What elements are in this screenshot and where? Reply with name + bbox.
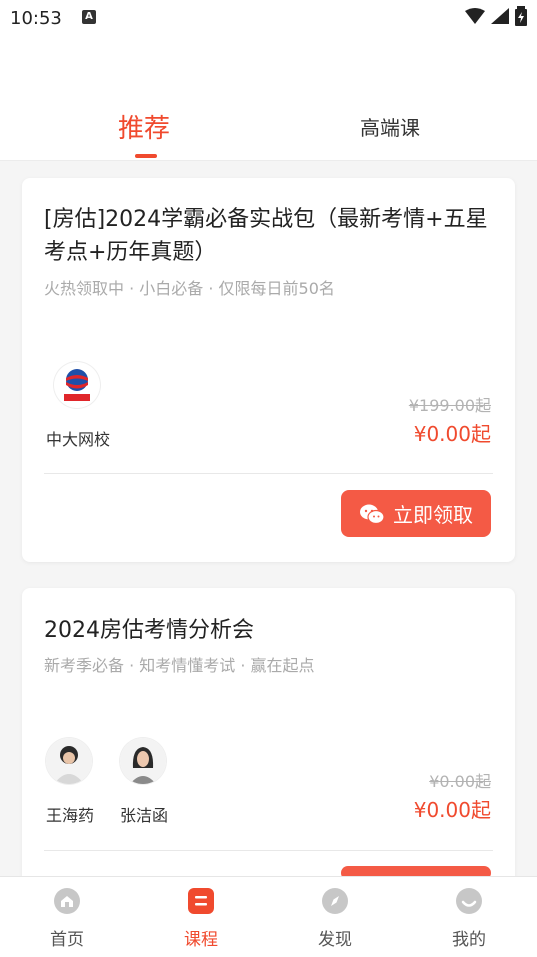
- nav-discover-label: 发现: [318, 930, 352, 950]
- teacher-avatar: [46, 738, 92, 784]
- teacher-name: 王海药: [46, 806, 95, 825]
- card-divider: [44, 473, 493, 474]
- course-card[interactable]: [房估]2024学霸必备实战包（最新考情+五星考点+历年真题） 火热领取中 · …: [22, 178, 515, 562]
- nav-profile[interactable]: 我的: [429, 887, 509, 950]
- institution-name: 中大网校: [46, 430, 111, 449]
- nav-profile-label: 我的: [452, 930, 486, 950]
- course-title: 2024房估考情分析会: [44, 618, 254, 643]
- home-icon: [54, 888, 80, 914]
- zhongda-logo-icon: [64, 369, 90, 401]
- tab-premium[interactable]: 高端课: [360, 112, 420, 141]
- battery-icon: [515, 6, 527, 26]
- wifi-icon: [465, 8, 485, 24]
- course-subtitle: 火热领取中 · 小白必备 · 仅限每日前50名: [44, 279, 335, 298]
- course-card[interactable]: 2024房估考情分析会 新考季必备 · 知考情懂考试 · 赢在起点 王海药 张洁…: [22, 588, 515, 888]
- course-title: [房估]2024学霸必备实战包（最新考情+五星考点+历年真题）: [44, 207, 488, 265]
- profile-icon: [456, 888, 482, 914]
- header-tabs: 推荐 高端课: [0, 36, 537, 161]
- teacher-name: 张洁函: [120, 806, 169, 825]
- institution-logo: [54, 362, 100, 408]
- current-price: ¥0.00起: [413, 798, 491, 822]
- status-bar: 10:53 A: [0, 0, 537, 36]
- course-subtitle: 新考季必备 · 知考情懂考试 · 赢在起点: [44, 656, 315, 675]
- original-price: ¥0.00起: [429, 772, 491, 791]
- teacher-avatar-icon: [120, 738, 166, 784]
- teacher-avatar: [120, 738, 166, 784]
- nav-courses-label: 课程: [184, 930, 218, 950]
- card-divider: [44, 850, 493, 851]
- bottom-navigation: 首页 课程 发现 我的: [0, 876, 537, 957]
- claim-button-label: 立即领取: [393, 503, 473, 527]
- claim-button[interactable]: 立即领取: [341, 490, 491, 537]
- system-icons: [465, 6, 527, 26]
- teacher-avatar-icon: [46, 738, 92, 784]
- current-price: ¥0.00起: [413, 422, 491, 446]
- tab-recommend[interactable]: 推荐: [118, 108, 170, 145]
- nav-discover[interactable]: 发现: [295, 887, 375, 950]
- wechat-icon: [360, 504, 385, 524]
- nav-courses[interactable]: 课程: [161, 887, 241, 950]
- compass-icon: [322, 888, 348, 914]
- nav-home[interactable]: 首页: [27, 887, 107, 950]
- nav-home-label: 首页: [50, 930, 84, 950]
- original-price: ¥199.00起: [408, 396, 491, 415]
- active-tab-indicator: [135, 154, 157, 158]
- course-icon: [188, 888, 214, 914]
- notification-a-icon: A: [82, 10, 96, 24]
- status-time: 10:53: [10, 8, 62, 29]
- signal-icon: [491, 8, 509, 24]
